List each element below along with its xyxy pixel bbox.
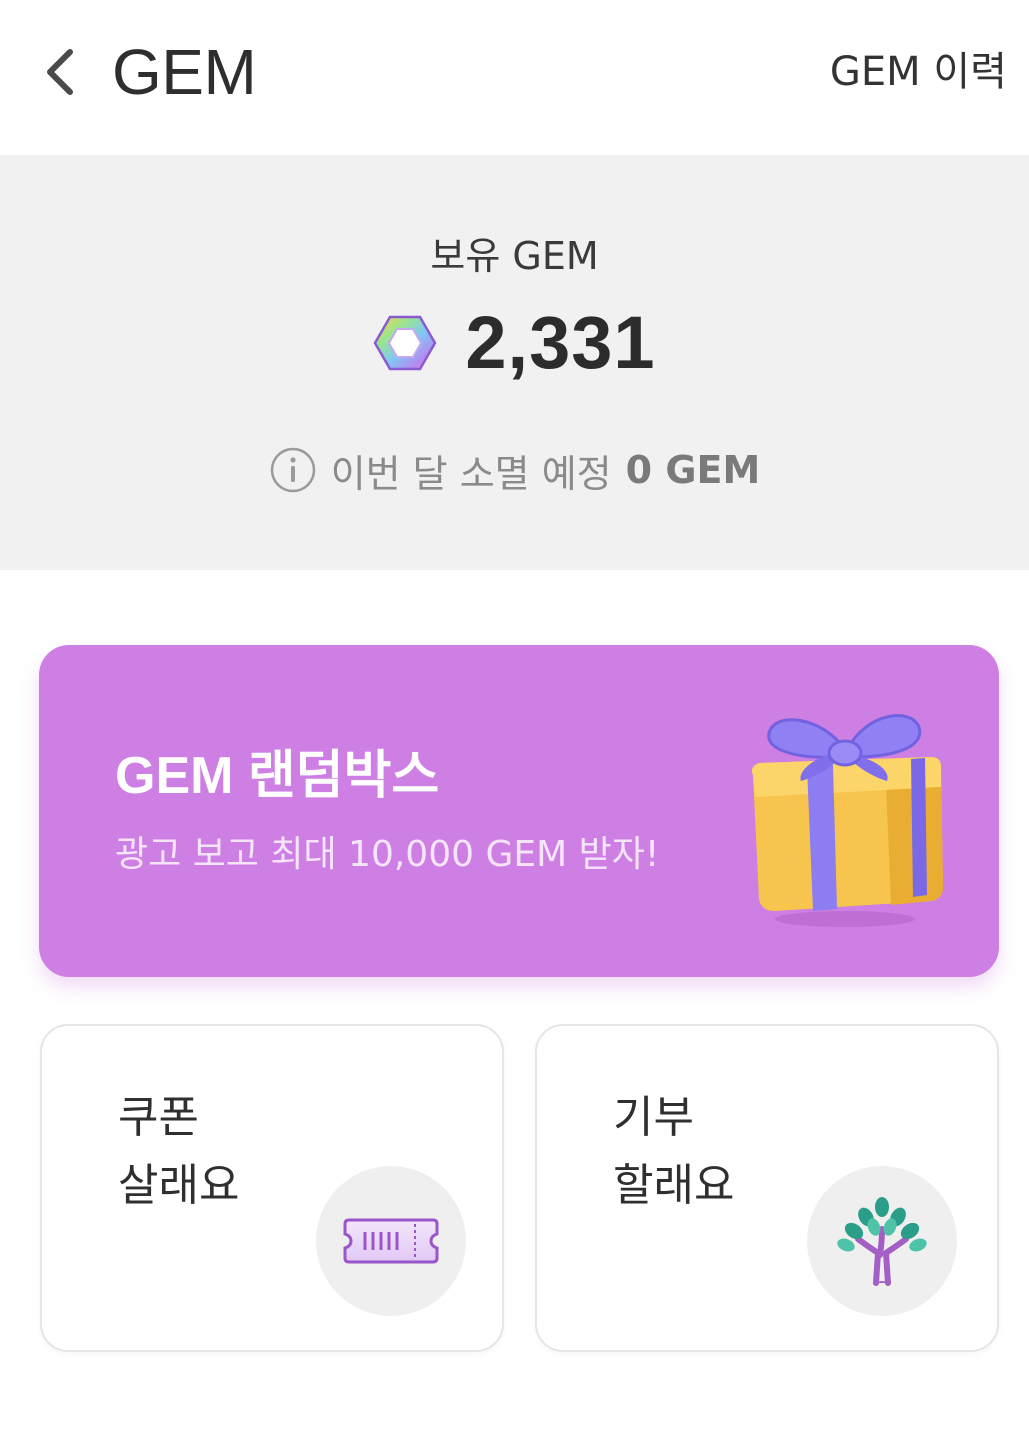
- expire-notice: 이번 달 소멸 예정 0 GEM: [0, 443, 1029, 497]
- donate-card-label-line2: 할래요: [613, 1160, 735, 1211]
- coupon-card-label-line2: 살래요: [118, 1160, 240, 1211]
- expire-text: 이번 달 소멸 예정: [330, 451, 612, 496]
- balance-row: 2,331: [0, 301, 1029, 385]
- buy-coupon-card[interactable]: 쿠폰 살래요: [40, 1024, 504, 1352]
- chevron-left-icon: [47, 49, 73, 95]
- gem-history-link[interactable]: GEM 이력: [830, 44, 1007, 100]
- randombox-title: GEM 랜덤박스: [115, 747, 440, 805]
- info-icon[interactable]: [269, 446, 317, 494]
- expire-value: 0 GEM: [625, 448, 761, 492]
- donate-icon-circle: [807, 1166, 957, 1316]
- balance-amount: 2,331: [465, 301, 656, 384]
- balance-panel: 보유 GEM 2,331 이번 달 소멸 예정 0 GEM: [0, 155, 1029, 570]
- coupon-card-label-line1: 쿠폰: [118, 1092, 199, 1143]
- gem-icon: [373, 315, 437, 371]
- randombox-banner[interactable]: GEM 랜덤박스 광고 보고 최대 10,000 GEM 받자!: [39, 645, 999, 977]
- randombox-subtitle: 광고 보고 최대 10,000 GEM 받자!: [115, 834, 660, 875]
- donate-card[interactable]: 기부 할래요: [535, 1024, 999, 1352]
- balance-label: 보유 GEM: [430, 234, 599, 278]
- back-button[interactable]: [28, 40, 92, 104]
- tree-icon: [837, 1197, 927, 1286]
- donate-card-label-line1: 기부: [613, 1092, 694, 1143]
- gift-box-icon: [751, 714, 943, 927]
- app-header: GEM GEM 이력: [0, 0, 1029, 155]
- coupon-icon-circle: [316, 1166, 466, 1316]
- page-title: GEM: [112, 36, 257, 108]
- ticket-icon: [343, 1218, 439, 1264]
